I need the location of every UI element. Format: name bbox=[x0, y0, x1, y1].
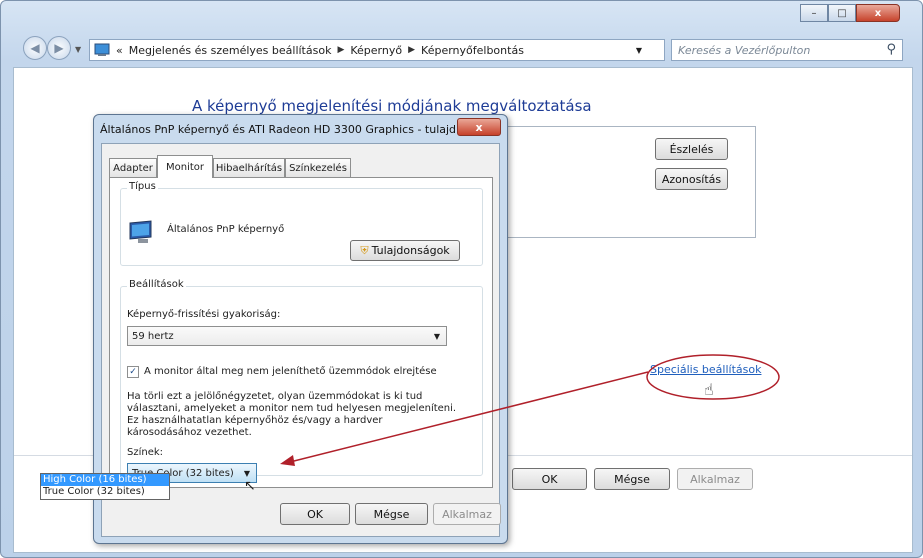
breadcrumb-separator-icon[interactable]: ▶ bbox=[337, 45, 344, 55]
monitor-name: Általános PnP képernyő bbox=[167, 224, 285, 235]
dialog-cancel-button[interactable]: Mégse bbox=[355, 503, 428, 525]
forward-button[interactable]: ▶ bbox=[47, 36, 71, 60]
tab-color-management[interactable]: Színkezelés bbox=[285, 158, 351, 177]
breadcrumb-prefix[interactable]: « bbox=[116, 44, 123, 57]
refresh-rate-value: 59 hertz bbox=[132, 330, 174, 342]
tab-troubleshoot[interactable]: Hibaelhárítás bbox=[213, 158, 285, 177]
monitor-tab-panel: Típus Általános PnP képernyő ⛨ Tulajdons… bbox=[109, 177, 493, 488]
address-bar[interactable]: « Megjelenés és személyes beállítások ▶ … bbox=[89, 39, 682, 61]
recent-pages-dropdown-icon[interactable]: ▼ bbox=[75, 45, 81, 54]
address-dropdown-icon[interactable]: ▼ bbox=[636, 46, 642, 55]
type-group-label: Típus bbox=[127, 181, 158, 192]
minimize-button[interactable]: – bbox=[800, 4, 828, 22]
properties-button[interactable]: ⛨ Tulajdonságok bbox=[350, 240, 460, 261]
dialog-apply-button[interactable]: Alkalmaz bbox=[433, 503, 501, 525]
dialog-title: Általános PnP képernyő és ATI Radeon HD … bbox=[100, 123, 467, 136]
page-heading: A képernyő megjelenítési módjának megvál… bbox=[192, 97, 592, 115]
hand-cursor-icon: ☝ bbox=[704, 380, 714, 399]
dialog-ok-button[interactable]: OK bbox=[280, 503, 350, 525]
ok-button[interactable]: OK bbox=[512, 468, 587, 490]
detect-button[interactable]: Észlelés bbox=[655, 138, 728, 160]
apply-button[interactable]: Alkalmaz bbox=[677, 468, 753, 490]
close-button[interactable]: x bbox=[856, 4, 900, 22]
refresh-rate-label: Képernyő-frissítési gyakoriság: bbox=[127, 309, 281, 320]
settings-group-label: Beállítások bbox=[127, 279, 186, 290]
control-panel-icon bbox=[94, 43, 110, 56]
window-controls: – □ x bbox=[800, 4, 900, 22]
tab-monitor[interactable]: Monitor bbox=[157, 155, 213, 178]
dialog-close-button[interactable]: x bbox=[457, 118, 501, 136]
colors-dropdown-list: High Color (16 bites) True Color (32 bit… bbox=[40, 473, 170, 500]
breadcrumb-item-display[interactable]: Képernyő bbox=[350, 44, 402, 57]
breadcrumb-separator-icon[interactable]: ▶ bbox=[408, 45, 415, 55]
cancel-button[interactable]: Mégse bbox=[594, 468, 670, 490]
hide-modes-checkbox[interactable]: ✓ bbox=[127, 366, 139, 378]
search-box[interactable]: Keresés a Vezérlőpulton ⚲ bbox=[671, 39, 903, 61]
chevron-down-icon: ▼ bbox=[433, 331, 440, 341]
back-arrow-icon: ◀ bbox=[30, 41, 40, 55]
colors-label: Színek: bbox=[127, 447, 164, 458]
monitor-icon bbox=[129, 220, 152, 243]
forward-arrow-icon: ▶ bbox=[54, 41, 64, 55]
breadcrumb-item-resolution[interactable]: Képernyőfelbontás bbox=[421, 44, 524, 57]
properties-button-label: Tulajdonságok bbox=[371, 244, 450, 257]
breadcrumb-item-appearance[interactable]: Megjelenés és személyes beállítások bbox=[129, 44, 332, 57]
refresh-rate-select[interactable]: 59 hertz ▼ bbox=[127, 326, 447, 346]
color-option[interactable]: High Color (16 bites) bbox=[41, 474, 169, 486]
color-option[interactable]: True Color (32 bites) bbox=[41, 486, 169, 498]
hide-modes-label: A monitor által meg nem jeleníthető üzem… bbox=[144, 366, 437, 377]
tab-adapter[interactable]: Adapter bbox=[109, 158, 157, 177]
hide-modes-description: Ha törli ezt a jelölőnégyzetet, olyan üz… bbox=[127, 391, 457, 438]
search-icon[interactable]: ⚲ bbox=[886, 42, 896, 57]
identify-button[interactable]: Azonosítás bbox=[655, 168, 728, 190]
shield-icon: ⛨ bbox=[360, 243, 369, 257]
advanced-settings-link[interactable]: Speciális beállítások bbox=[650, 363, 761, 376]
search-placeholder: Keresés a Vezérlőpulton bbox=[678, 43, 811, 57]
maximize-button[interactable]: □ bbox=[828, 4, 856, 22]
chevron-down-icon: ▼ bbox=[243, 468, 250, 478]
back-button[interactable]: ◀ bbox=[23, 36, 47, 60]
pointer-cursor-icon: ↖ bbox=[244, 478, 256, 494]
